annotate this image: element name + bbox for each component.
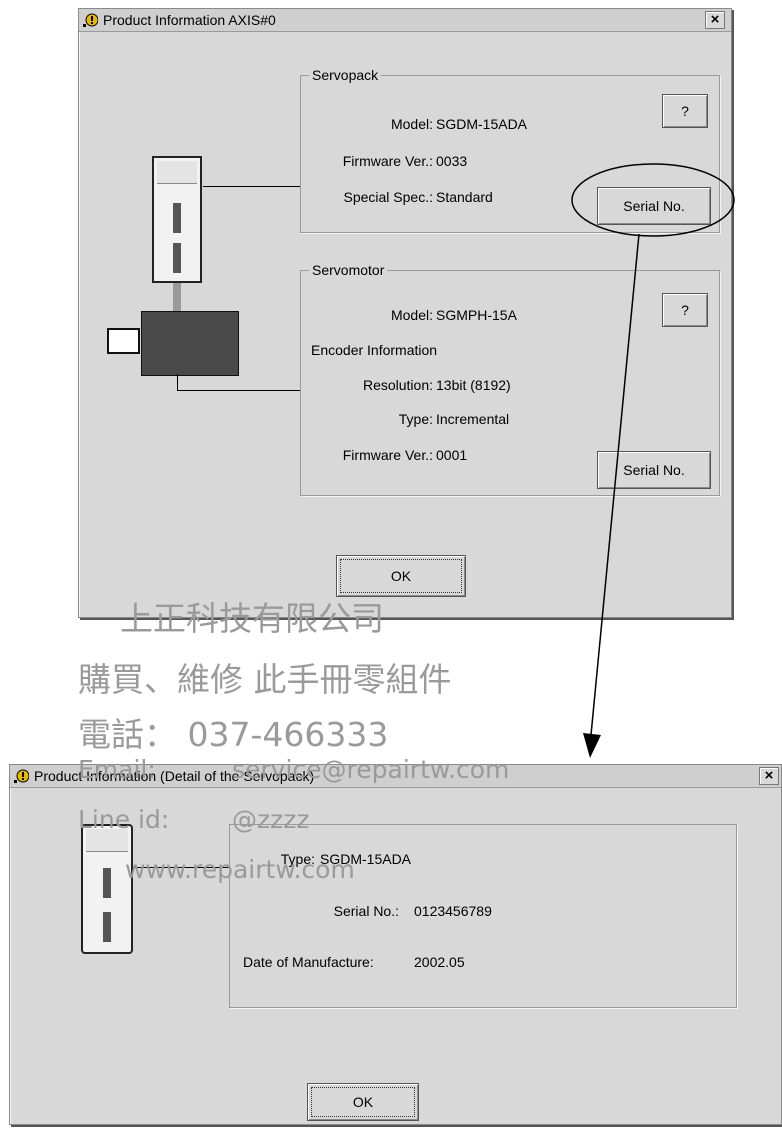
detail-ok-button[interactable]: OK: [307, 1083, 419, 1121]
watermark-line-label: Line id:: [78, 805, 170, 834]
serial-label: Serial No.:: [333, 903, 399, 919]
watermark-service: 購買、維修 此手冊零組件: [78, 660, 452, 699]
close-button[interactable]: ×: [759, 767, 779, 785]
manufacture-date-label: Date of Manufacture:: [243, 954, 374, 970]
app-icon: [14, 769, 29, 783]
watermark-company: 上正科技有限公司: [120, 599, 384, 638]
watermark-email: service@repairtw.com: [232, 755, 510, 784]
servopack-illustration: [81, 824, 133, 954]
watermark-phone: 電話： 037-466333: [78, 715, 389, 754]
detail-info-group: Type: SGDM-15ADA Serial No.: 0123456789 …: [229, 824, 737, 1008]
watermark-line-id: @zzzz: [232, 805, 310, 834]
watermark-email-label: Email:: [78, 755, 156, 784]
serial-value: 0123456789: [414, 903, 492, 919]
watermark-website: www.repairtw.com: [125, 855, 355, 884]
manufacture-date-value: 2002.05: [414, 954, 465, 970]
